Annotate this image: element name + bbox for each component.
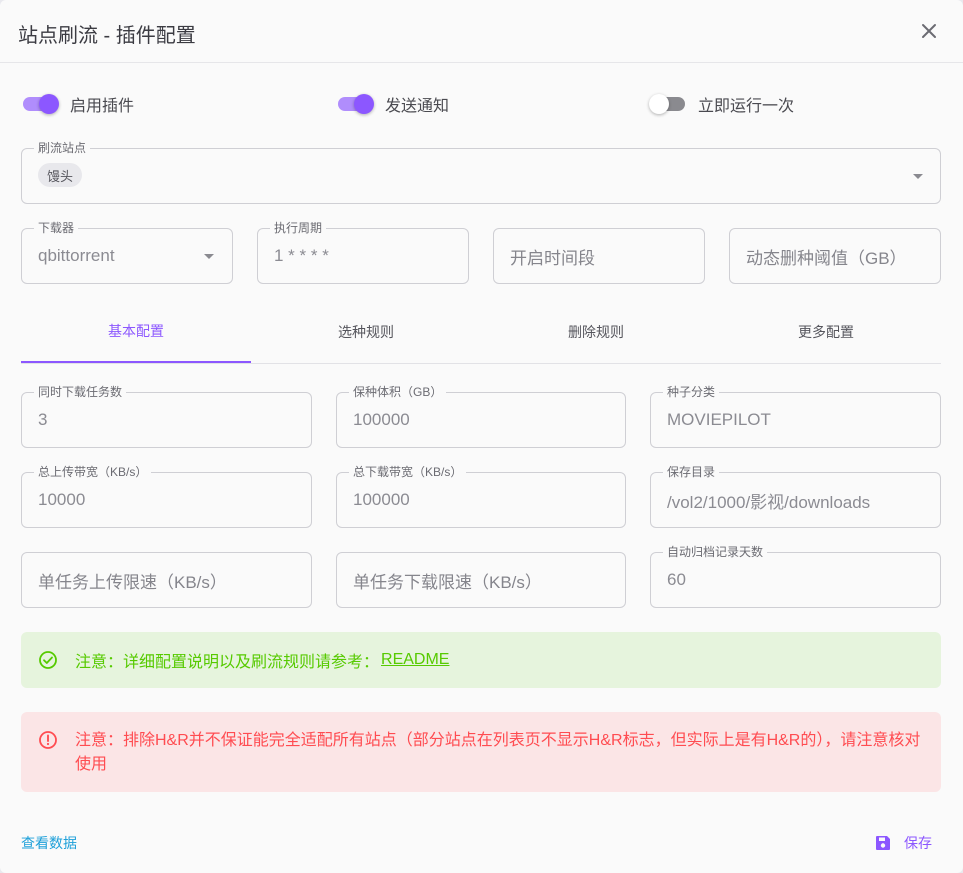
readme-link[interactable]: README [381, 651, 449, 669]
dialog-header: 站点刷流 - 插件配置 [0, 0, 963, 63]
tab-delete-rules[interactable]: 删除规则 [481, 300, 711, 363]
max-downloads-legend: 同时下载任务数 [34, 385, 127, 399]
run-once-switch-row: 立即运行一次 [649, 90, 794, 118]
category-value: MOVIEPILOT [667, 410, 771, 429]
archive-days-value: 60 [667, 570, 686, 589]
delete-threshold-placeholder: 动态删种阈值（GB） [746, 248, 907, 268]
enable-plugin-switch-row: 启用插件 [21, 90, 134, 118]
run-once-switch[interactable] [649, 90, 689, 118]
dl-speed-field[interactable]: 总下载带宽（KB/s） 100000 [336, 465, 626, 528]
active-time-field[interactable]: 开启时间段 [493, 228, 705, 284]
save-label: 保存 [904, 835, 932, 851]
close-button[interactable] [914, 16, 944, 46]
send-notify-switch[interactable] [336, 90, 376, 118]
save-path-value: /vol2/1000/影视/downloads [667, 492, 871, 512]
floppy-disk-icon [876, 836, 890, 850]
send-notify-switch-row: 发送通知 [336, 90, 449, 118]
task-up-limit-placeholder: 单任务上传限速（KB/s） [38, 572, 227, 592]
seed-size-field[interactable]: 保种体积（GB） 100000 [336, 385, 626, 448]
delete-threshold-field[interactable]: 动态删种阈值（GB） [729, 228, 941, 284]
cron-value: 1 * * * * [274, 246, 329, 265]
readme-alert-text: 注意：详细配置说明以及刷流规则请参考： README [75, 632, 449, 688]
close-icon [922, 24, 936, 38]
sites-legend: 刷流站点 [34, 141, 91, 155]
save-path-field[interactable]: 保存目录 /vol2/1000/影视/downloads [650, 465, 941, 528]
category-field[interactable]: 种子分类 MOVIEPILOT [650, 385, 941, 448]
run-once-label: 立即运行一次 [698, 98, 795, 115]
readme-alert: 注意：详细配置说明以及刷流规则请参考： README [21, 632, 941, 688]
dialog-title: 站点刷流 - 插件配置 [18, 25, 196, 47]
sites-select[interactable]: 刷流站点 馒头 [21, 141, 941, 204]
hr-warning-alert: 注意：排除H&R并不保证能完全适配所有站点（部分站点在列表页不显示H&R标志，但… [21, 712, 941, 792]
downloader-value: qbittorrent [38, 246, 115, 265]
up-speed-value: 10000 [38, 490, 86, 509]
tab-basic[interactable]: 基本配置 [21, 300, 251, 363]
chevron-down-icon [913, 174, 923, 179]
enable-plugin-label: 启用插件 [70, 98, 135, 115]
seed-size-value: 100000 [353, 410, 410, 429]
alert-circle-icon [39, 731, 57, 749]
config-tabs: 基本配置 选种规则 删除规则 更多配置 [21, 300, 941, 364]
downloader-select[interactable]: 下载器 qbittorrent [21, 221, 233, 284]
task-up-limit-field[interactable]: 单任务上传限速（KB/s） [21, 552, 312, 608]
active-time-placeholder: 开启时间段 [510, 248, 595, 268]
max-downloads-field[interactable]: 同时下载任务数 3 [21, 385, 312, 448]
enable-plugin-switch[interactable] [21, 90, 61, 118]
up-speed-field[interactable]: 总上传带宽（KB/s） 10000 [21, 465, 312, 528]
cron-field[interactable]: 执行周期 1 * * * * [257, 221, 469, 284]
check-circle-icon [39, 651, 57, 669]
save-button[interactable]: 保存 [866, 826, 940, 860]
tab-select-rules[interactable]: 选种规则 [251, 300, 481, 363]
view-data-button[interactable]: 查看数据 [21, 833, 77, 853]
max-downloads-value: 3 [38, 410, 48, 429]
tab-more[interactable]: 更多配置 [711, 300, 941, 363]
site-chip[interactable]: 馒头 [38, 163, 83, 187]
send-notify-label: 发送通知 [385, 98, 450, 115]
dl-speed-value: 100000 [353, 490, 410, 509]
chevron-down-icon [204, 254, 214, 259]
plugin-config-dialog: 站点刷流 - 插件配置 启用插件 发送通知 立即运行一次 刷流站点 馒头 下载器 [0, 0, 963, 873]
task-dl-limit-placeholder: 单任务下载限速（KB/s） [353, 572, 542, 592]
hr-warning-text: 注意：排除H&R并不保证能完全适配所有站点（部分站点在列表页不显示H&R标志，但… [75, 732, 921, 773]
archive-days-field[interactable]: 自动归档记录天数 60 [650, 545, 941, 608]
readme-alert-message: 注意：详细配置说明以及刷流规则请参考： [75, 654, 380, 671]
task-dl-limit-field[interactable]: 单任务下载限速（KB/s） [336, 552, 626, 608]
